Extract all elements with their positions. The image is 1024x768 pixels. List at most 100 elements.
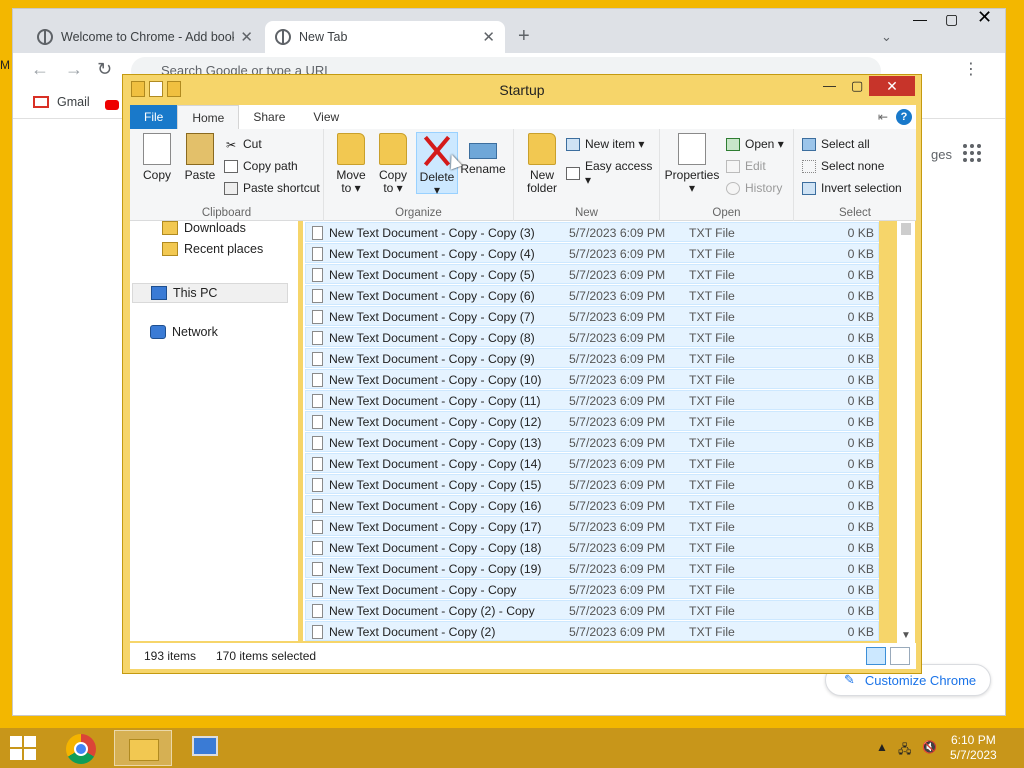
- file-row[interactable]: New Text Document - Copy - Copy (5) 5/7/2…: [305, 264, 879, 284]
- file-row[interactable]: New Text Document - Copy - Copy (17) 5/7/…: [305, 516, 879, 536]
- nav-label: Recent places: [184, 242, 264, 256]
- window-close-icon[interactable]: ✕: [977, 7, 992, 28]
- file-row[interactable]: New Text Document - Copy - Copy 5/7/2023 …: [305, 579, 879, 599]
- tab-close-icon[interactable]: ✕: [240, 28, 253, 46]
- show-hidden-icons-chevron-icon[interactable]: ▲: [876, 740, 888, 754]
- scrollbar-thumb[interactable]: [901, 223, 911, 235]
- file-row[interactable]: New Text Document - Copy - Copy (15) 5/7/…: [305, 474, 879, 494]
- file-date: 5/7/2023 6:09 PM: [569, 457, 666, 471]
- minimize-icon[interactable]: —: [913, 11, 927, 27]
- forward-arrow-icon[interactable]: →: [65, 59, 83, 80]
- file-row[interactable]: New Text Document - Copy - Copy (3) 5/7/2…: [305, 222, 879, 242]
- tab-share[interactable]: Share: [239, 105, 299, 129]
- new-tab-plus-icon[interactable]: +: [518, 25, 530, 48]
- network-tray-icon[interactable]: 🖧: [898, 740, 911, 761]
- item-count: 193 items: [144, 649, 197, 663]
- explorer-titlebar[interactable]: Startup — ▢ ✕: [123, 75, 921, 105]
- volume-muted-icon[interactable]: 🔇: [922, 740, 937, 754]
- google-apps-icon[interactable]: [963, 144, 981, 162]
- new-item-button[interactable]: New item ▾: [566, 137, 644, 151]
- partial-link-text[interactable]: ges: [931, 147, 952, 162]
- history-button[interactable]: History: [726, 181, 782, 195]
- taskbar-remote-desktop[interactable]: [176, 730, 234, 766]
- navigation-pane: Downloads Recent places This PC Network: [130, 221, 298, 641]
- taskbar-clock[interactable]: 6:10 PM 5/7/2023: [950, 733, 997, 763]
- file-date: 5/7/2023 6:09 PM: [569, 478, 666, 492]
- select-none-button[interactable]: Select none: [802, 159, 884, 173]
- chrome-tab-new-tab[interactable]: New Tab ✕: [265, 21, 505, 53]
- computer-monitor-icon: [192, 736, 218, 756]
- file-name: New Text Document - Copy - Copy (8): [329, 331, 535, 345]
- copy-to-button[interactable]: Copy to ▾: [374, 133, 412, 195]
- menu-dots-icon[interactable]: ⋮: [963, 59, 979, 79]
- move-to-button[interactable]: Move to ▾: [332, 133, 370, 195]
- taskbar-file-explorer[interactable]: [114, 730, 172, 766]
- edit-button[interactable]: Edit: [726, 159, 766, 173]
- tab-home[interactable]: Home: [177, 105, 240, 129]
- file-row[interactable]: New Text Document - Copy - Copy (14) 5/7/…: [305, 453, 879, 473]
- nav-item-network[interactable]: Network: [150, 325, 218, 339]
- copy-path-button[interactable]: Copy path: [224, 159, 298, 173]
- easy-access-button[interactable]: Easy access ▾: [566, 159, 659, 187]
- file-row[interactable]: New Text Document - Copy - Copy (18) 5/7/…: [305, 537, 879, 557]
- file-row[interactable]: New Text Document - Copy - Copy (19) 5/7/…: [305, 558, 879, 578]
- back-arrow-icon[interactable]: ←: [31, 59, 49, 80]
- expand-ribbon-icon[interactable]: ⇤: [878, 110, 888, 124]
- chrome-tab-welcome[interactable]: Welcome to Chrome - Add book ✕: [27, 21, 263, 53]
- tab-file[interactable]: File: [130, 105, 178, 129]
- nav-item-this-pc[interactable]: This PC: [132, 283, 288, 303]
- bookmark-gmail[interactable]: Gmail: [33, 95, 90, 109]
- file-row[interactable]: New Text Document - Copy - Copy (13) 5/7/…: [305, 432, 879, 452]
- file-type: TXT File: [689, 247, 735, 261]
- youtube-icon[interactable]: [105, 100, 119, 110]
- file-row[interactable]: New Text Document - Copy - Copy (12) 5/7/…: [305, 411, 879, 431]
- file-row[interactable]: New Text Document - Copy - Copy (16) 5/7/…: [305, 495, 879, 515]
- file-row[interactable]: New Text Document - Copy - Copy (8) 5/7/2…: [305, 327, 879, 347]
- delete-dropdown: ▾: [433, 183, 441, 197]
- help-icon[interactable]: ?: [896, 109, 912, 125]
- file-size: 0 KB: [847, 373, 874, 387]
- nav-item-recent-places[interactable]: Recent places: [162, 242, 263, 256]
- tab-search-chevron-icon[interactable]: ⌄: [881, 29, 892, 45]
- new-folder-button[interactable]: New folder: [522, 133, 562, 195]
- maximize-icon[interactable]: ▢: [945, 11, 958, 28]
- minimize-icon[interactable]: —: [823, 78, 836, 93]
- vertical-scrollbar[interactable]: ▼: [897, 221, 915, 643]
- properties-button[interactable]: Properties ▾: [664, 133, 720, 195]
- file-date: 5/7/2023 6:09 PM: [569, 226, 666, 240]
- paste-button[interactable]: Paste: [180, 133, 220, 182]
- select-all-button[interactable]: Select all: [802, 137, 870, 151]
- invert-selection-button[interactable]: Invert selection: [802, 181, 902, 195]
- details-view-icon[interactable]: [866, 647, 886, 665]
- text-file-icon: [312, 373, 323, 387]
- open-button[interactable]: Open ▾: [726, 137, 784, 151]
- taskbar-chrome[interactable]: [52, 730, 110, 766]
- file-name: New Text Document - Copy - Copy (6): [329, 289, 535, 303]
- file-name: New Text Document - Copy - Copy (14): [329, 457, 542, 471]
- paste-shortcut-button[interactable]: Paste shortcut: [224, 181, 320, 195]
- file-type: TXT File: [689, 436, 735, 450]
- file-row[interactable]: New Text Document - Copy - Copy (6) 5/7/2…: [305, 285, 879, 305]
- file-row[interactable]: New Text Document - Copy (2) 5/7/2023 6:0…: [305, 621, 879, 641]
- rename-button[interactable]: Rename: [460, 133, 506, 176]
- large-icons-view-icon[interactable]: [890, 647, 910, 665]
- tab-view[interactable]: View: [299, 105, 353, 129]
- reload-icon[interactable]: ↻: [97, 59, 112, 80]
- file-type: TXT File: [689, 499, 735, 513]
- tab-close-icon[interactable]: ✕: [482, 28, 495, 46]
- file-name: New Text Document - Copy (2): [329, 625, 496, 639]
- windows-start-icon[interactable]: [10, 736, 36, 760]
- maximize-icon[interactable]: ▢: [851, 78, 863, 94]
- file-row[interactable]: New Text Document - Copy (2) - Copy 5/7/2…: [305, 600, 879, 620]
- close-icon[interactable]: ✕: [869, 76, 915, 96]
- nav-item-downloads[interactable]: Downloads: [162, 221, 246, 235]
- file-row[interactable]: New Text Document - Copy - Copy (9) 5/7/2…: [305, 348, 879, 368]
- file-row[interactable]: New Text Document - Copy - Copy (7) 5/7/2…: [305, 306, 879, 326]
- file-row[interactable]: New Text Document - Copy - Copy (10) 5/7/…: [305, 369, 879, 389]
- selected-count: 170 items selected: [216, 649, 317, 663]
- file-row[interactable]: New Text Document - Copy - Copy (4) 5/7/2…: [305, 243, 879, 263]
- copy-button[interactable]: Copy: [138, 133, 176, 182]
- scroll-down-arrow-icon[interactable]: ▼: [901, 630, 911, 641]
- file-row[interactable]: New Text Document - Copy - Copy (11) 5/7/…: [305, 390, 879, 410]
- cut-button[interactable]: ✂ Cut: [224, 137, 262, 152]
